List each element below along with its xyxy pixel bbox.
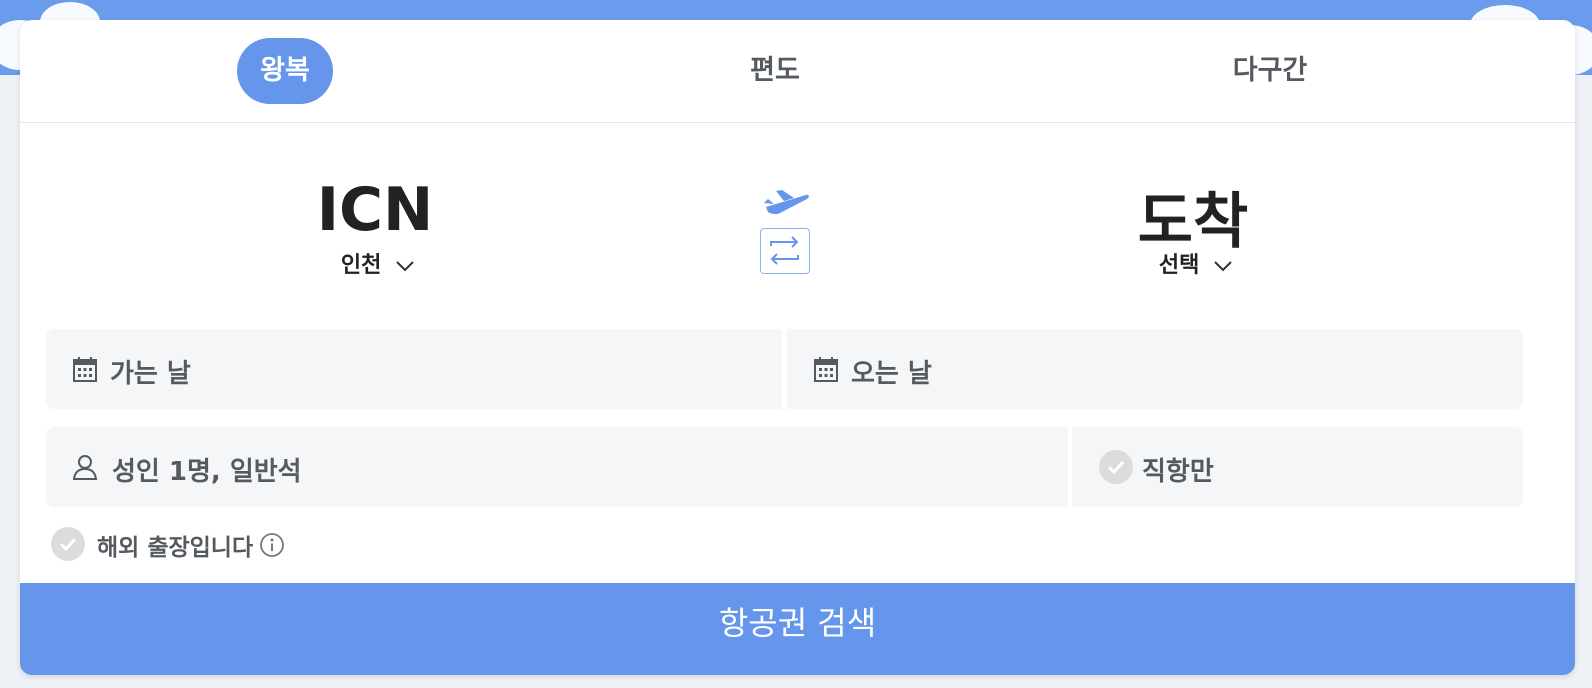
destination-city-label: 선택	[1158, 253, 1200, 278]
passenger-class-label: 성인 1명, 일반석	[112, 457, 302, 487]
return-date-label: 오는 날	[851, 359, 932, 389]
tab-multi-city[interactable]: 다구간	[1210, 38, 1330, 104]
search-flights-button[interactable]: 항공권 검색	[20, 583, 1575, 675]
origin-code: ICN	[316, 175, 434, 245]
direct-only-toggle[interactable]: 직항만	[1072, 427, 1523, 507]
calendar-icon	[73, 357, 97, 382]
passenger-class-field[interactable]: 성인 1명, 일반석	[46, 427, 1068, 507]
info-icon[interactable]	[259, 532, 285, 558]
destination-city: 선택	[1046, 247, 1346, 279]
origin-city: 인천	[228, 247, 528, 279]
chevron-down-icon	[396, 261, 414, 272]
trip-type-tabs: 왕복 편도 다구간	[20, 20, 1575, 123]
check-icon	[1107, 460, 1125, 475]
route-selector: ICN 인천 도착 선택	[20, 123, 1575, 323]
tab-round-trip[interactable]: 왕복	[237, 38, 333, 104]
departure-date-field[interactable]: 가는 날	[46, 329, 782, 409]
return-date-field[interactable]: 오는 날	[787, 329, 1523, 409]
chevron-down-icon	[1214, 261, 1232, 272]
business-trip-checkbox[interactable]	[51, 527, 85, 561]
direct-only-label: 직항만	[1142, 457, 1214, 487]
calendar-icon	[814, 357, 838, 382]
business-trip-label[interactable]: 해외 출장입니다	[97, 528, 253, 562]
origin-city-label: 인천	[340, 253, 382, 278]
check-icon	[59, 537, 77, 552]
airplane-icon	[764, 190, 809, 215]
direct-only-checkbox[interactable]	[1099, 450, 1133, 484]
swap-button[interactable]	[760, 228, 810, 274]
tab-one-way[interactable]: 편도	[720, 38, 830, 104]
person-icon	[72, 455, 98, 480]
departure-date-label: 가는 날	[110, 359, 191, 389]
swap-icon	[770, 236, 799, 265]
flight-search-card: 왕복 편도 다구간 ICN 인천 도착 선택 가는 날 오는 날 성인 1명, …	[20, 20, 1575, 675]
